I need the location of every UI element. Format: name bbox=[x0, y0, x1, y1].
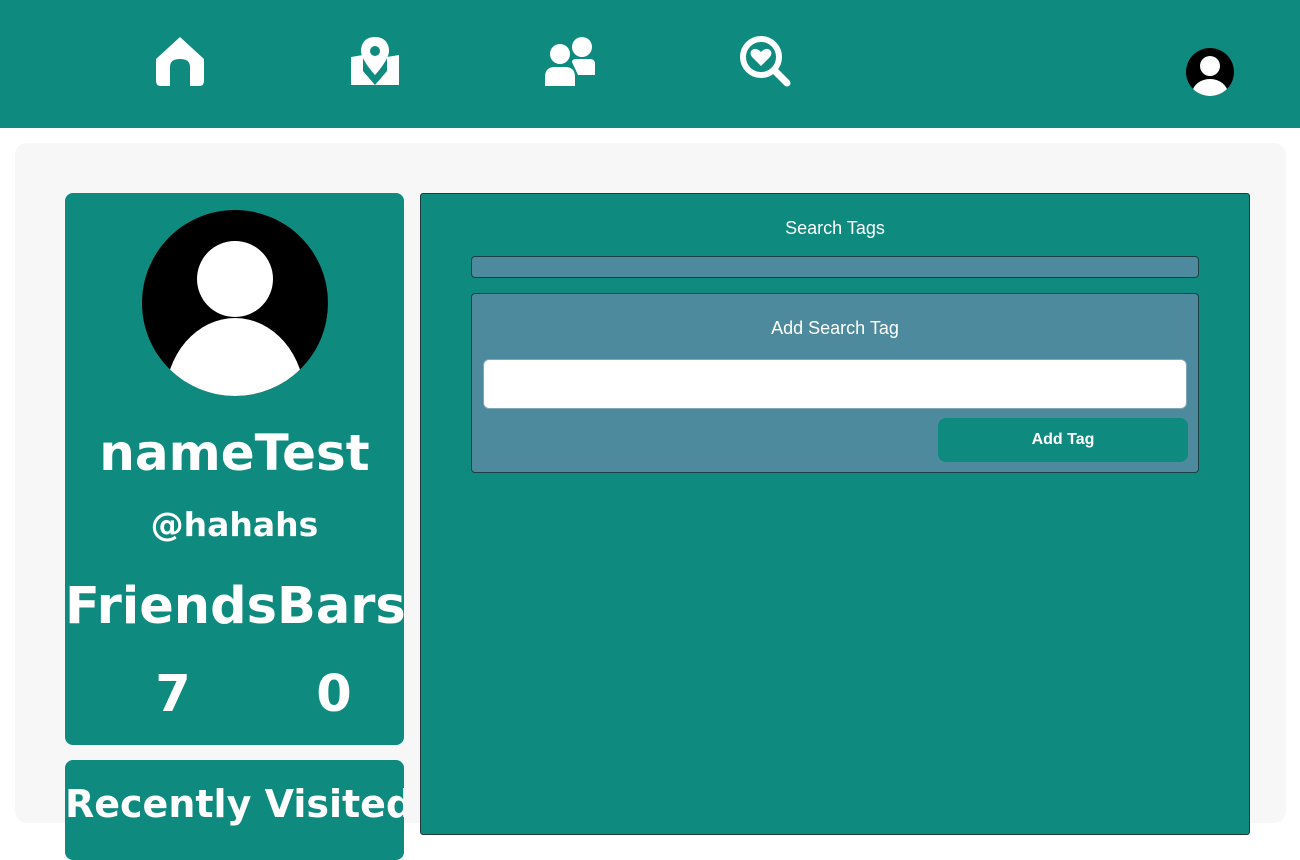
add-tag-button[interactable]: Add Tag bbox=[938, 418, 1188, 462]
search-tag-input[interactable] bbox=[483, 359, 1187, 409]
search-tags-title: Search Tags bbox=[785, 218, 885, 238]
stats-label: FriendsBars bbox=[65, 577, 406, 636]
search-tags-list bbox=[471, 256, 1199, 278]
profile-avatar-icon bbox=[142, 210, 328, 396]
nav-map-button[interactable] bbox=[349, 35, 401, 87]
profile-handle: @hahahs bbox=[150, 505, 319, 544]
recently-visited-title: Recently Visited bbox=[65, 782, 404, 826]
top-navigation-bar bbox=[0, 0, 1300, 128]
home-icon bbox=[156, 37, 204, 86]
nav-friends-button[interactable] bbox=[544, 35, 596, 87]
account-avatar-button[interactable] bbox=[1186, 48, 1234, 96]
friends-count: 7 bbox=[155, 665, 191, 724]
add-search-tag-title: Add Search Tag bbox=[771, 318, 899, 338]
search-tags-panel: Search Tags Add Search Tag Add Tag bbox=[420, 193, 1250, 835]
profile-photo bbox=[142, 210, 328, 396]
heart-search-icon bbox=[740, 36, 791, 87]
user-avatar-icon bbox=[1186, 48, 1234, 96]
profile-name: nameTest bbox=[99, 424, 370, 482]
bars-count: 0 bbox=[316, 665, 352, 724]
nav-favorites-search-button[interactable] bbox=[739, 35, 791, 87]
nav-home-button[interactable] bbox=[154, 35, 206, 87]
profile-card: nameTest @hahahs FriendsBars 7 0 bbox=[65, 193, 406, 745]
users-icon bbox=[545, 37, 595, 86]
recently-visited-card: Recently Visited bbox=[65, 760, 404, 860]
map-pin-icon bbox=[351, 37, 399, 85]
add-search-tag-box: Add Search Tag Add Tag bbox=[471, 293, 1199, 473]
